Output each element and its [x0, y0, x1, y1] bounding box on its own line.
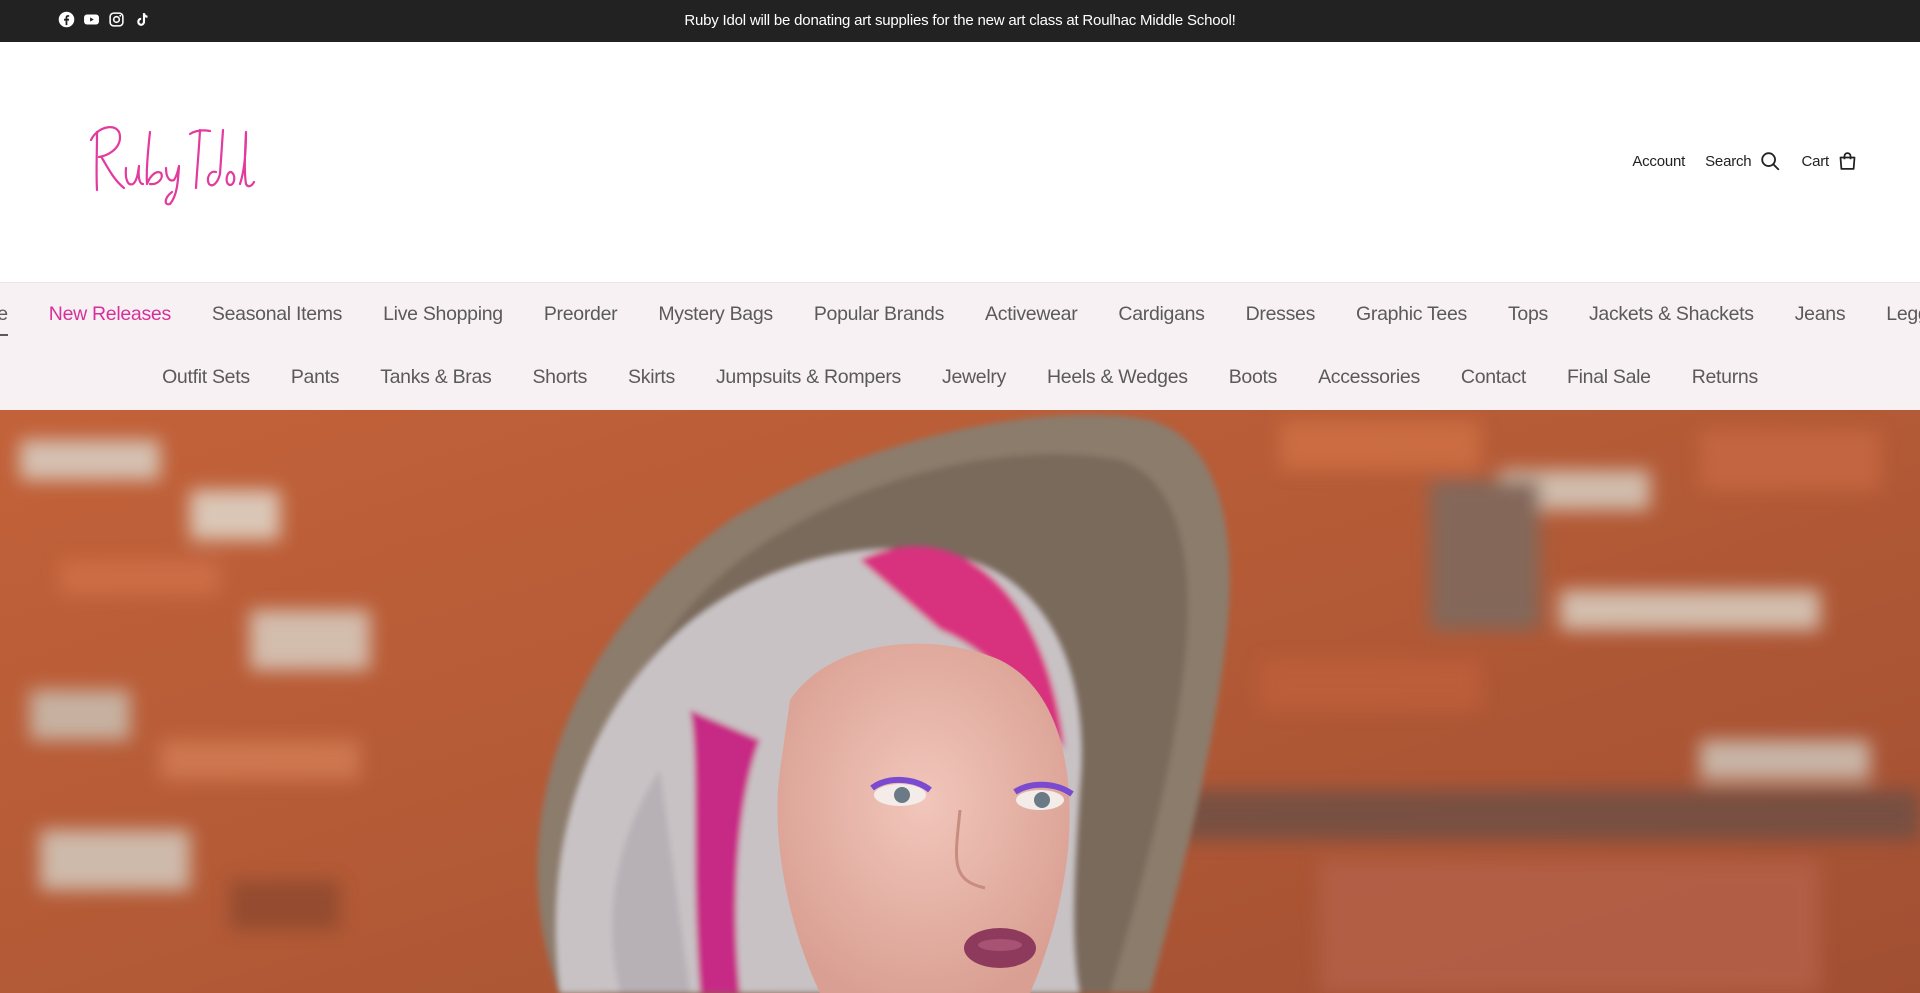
- nav-item-final-sale[interactable]: Final Sale: [1547, 365, 1672, 389]
- nav-item-cardigans[interactable]: Cardigans: [1098, 302, 1225, 326]
- announcement-text[interactable]: Ruby Idol will be donating art supplies …: [0, 12, 1920, 29]
- account-label: Account: [1632, 152, 1686, 170]
- nav-item-jackets-shackets[interactable]: Jackets & Shackets: [1568, 302, 1774, 326]
- nav-item-home[interactable]: Home: [0, 302, 28, 336]
- header-actions: Account Search Cart: [1632, 150, 1858, 172]
- nav-item-jeans[interactable]: Jeans: [1774, 302, 1866, 326]
- nav-item-tanks-bras[interactable]: Tanks & Bras: [360, 365, 512, 389]
- nav-item-mystery-bags[interactable]: Mystery Bags: [638, 302, 794, 326]
- nav-item-activewear[interactable]: Activewear: [965, 302, 1098, 326]
- cart-label: Cart: [1801, 152, 1829, 170]
- hero-photo: [0, 410, 1920, 993]
- nav-row-2: Outfit Sets Pants Tanks & Bras Shorts Sk…: [0, 365, 1920, 389]
- nav-item-boots[interactable]: Boots: [1208, 365, 1297, 389]
- nav-item-skirts[interactable]: Skirts: [608, 365, 696, 389]
- nav-item-leggings[interactable]: Leggings: [1866, 302, 1920, 326]
- nav-row-1: Home New Releases Seasonal Items Live Sh…: [0, 302, 1920, 336]
- announcement-bar: Ruby Idol will be donating art supplies …: [0, 0, 1920, 42]
- main-navigation: Home New Releases Seasonal Items Live Sh…: [0, 282, 1920, 410]
- nav-item-jumpsuits-rompers[interactable]: Jumpsuits & Rompers: [695, 365, 921, 389]
- nav-item-preorder[interactable]: Preorder: [523, 302, 637, 326]
- nav-item-contact[interactable]: Contact: [1440, 365, 1546, 389]
- shopping-bag-icon: [1839, 152, 1856, 170]
- search-button[interactable]: Search: [1705, 150, 1781, 172]
- nav-item-heels-wedges[interactable]: Heels & Wedges: [1027, 365, 1209, 389]
- nav-item-popular-brands[interactable]: Popular Brands: [793, 302, 964, 326]
- nav-item-accessories[interactable]: Accessories: [1298, 365, 1441, 389]
- cart-button[interactable]: Cart: [1801, 150, 1858, 172]
- nav-item-jewelry[interactable]: Jewelry: [922, 365, 1027, 389]
- nav-item-pants[interactable]: Pants: [270, 365, 359, 389]
- nav-item-graphic-tees[interactable]: Graphic Tees: [1336, 302, 1488, 326]
- site-header: Account Search Cart: [0, 42, 1920, 282]
- nav-item-seasonal-items[interactable]: Seasonal Items: [191, 302, 362, 326]
- nav-item-outfit-sets[interactable]: Outfit Sets: [142, 365, 271, 389]
- hero-banner[interactable]: [0, 410, 1920, 993]
- nav-item-new-releases[interactable]: New Releases: [28, 302, 191, 326]
- ruby-idol-logo: [89, 126, 256, 206]
- search-label: Search: [1705, 152, 1752, 170]
- nav-item-shorts[interactable]: Shorts: [512, 365, 608, 389]
- nav-item-live-shopping[interactable]: Live Shopping: [363, 302, 524, 326]
- search-icon: [1761, 152, 1780, 171]
- nav-item-tops[interactable]: Tops: [1487, 302, 1568, 326]
- nav-item-returns[interactable]: Returns: [1671, 365, 1778, 389]
- nav-item-dresses[interactable]: Dresses: [1225, 302, 1335, 326]
- account-link[interactable]: Account: [1632, 153, 1685, 170]
- store-logo[interactable]: [88, 110, 258, 210]
